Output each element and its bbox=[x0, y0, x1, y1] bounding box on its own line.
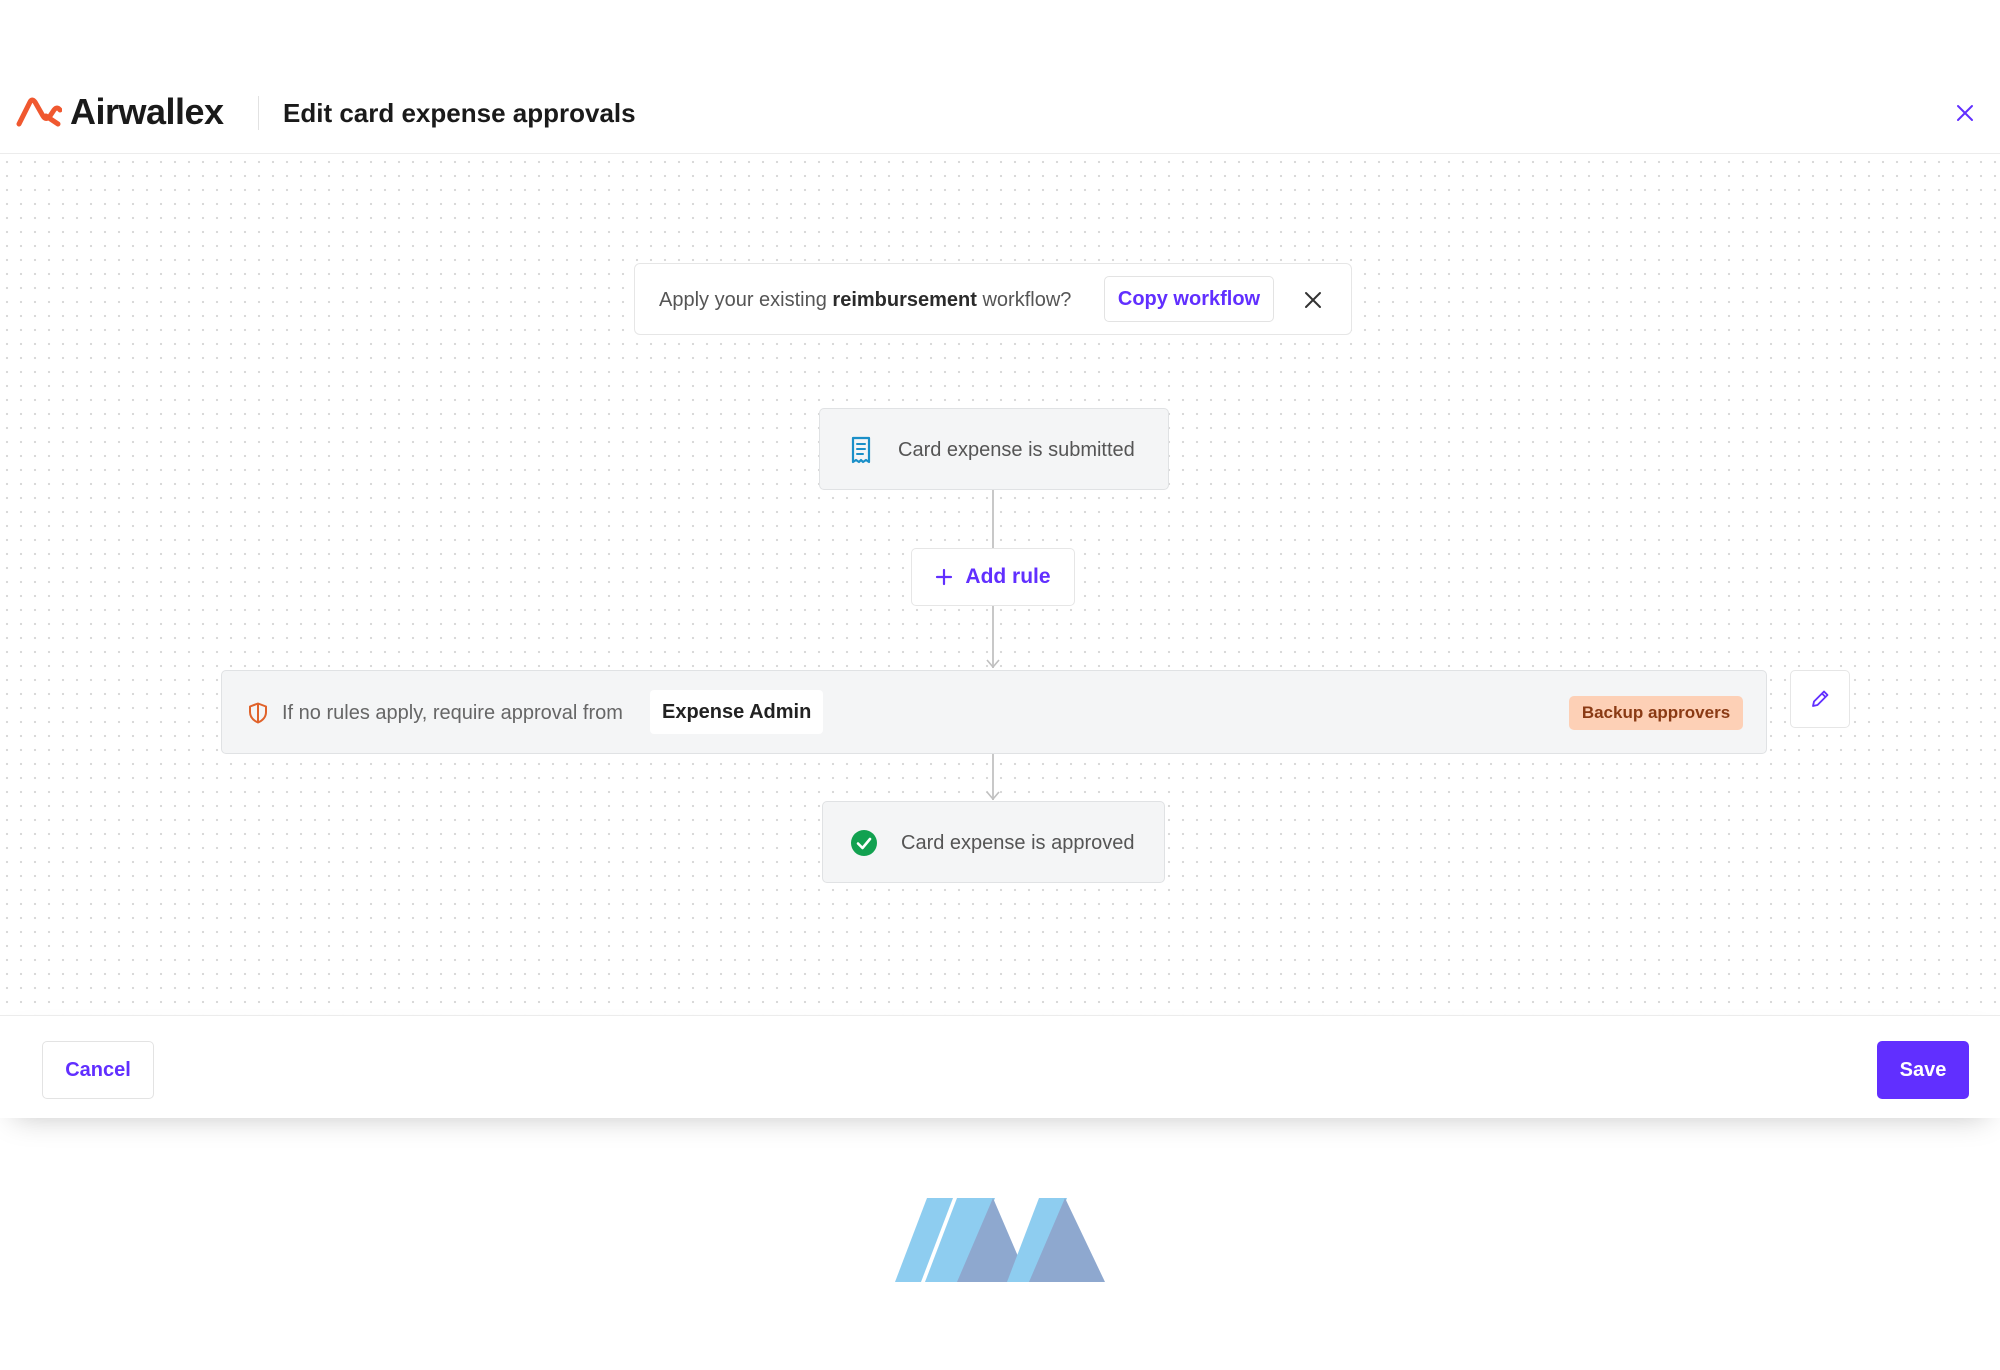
save-button[interactable]: Save bbox=[1877, 1041, 1969, 1099]
banner-text: Apply your existing reimbursement workfl… bbox=[659, 289, 1072, 311]
dismiss-banner-button[interactable] bbox=[1299, 286, 1327, 314]
arrow-down-icon bbox=[986, 659, 1000, 669]
copy-workflow-button[interactable]: Copy workflow bbox=[1104, 276, 1274, 322]
backup-approvers-badge: Backup approvers bbox=[1569, 696, 1743, 730]
close-modal-button[interactable] bbox=[1950, 98, 1980, 128]
add-rule-button[interactable]: Add rule bbox=[911, 548, 1075, 606]
pencil-icon bbox=[1812, 690, 1829, 707]
default-rule-row: If no rules apply, require approval from… bbox=[221, 670, 1767, 754]
plus-icon bbox=[936, 568, 953, 586]
end-node-approved: Card expense is approved bbox=[822, 801, 1165, 883]
add-rule-label: Add rule bbox=[965, 565, 1051, 588]
start-node-submitted: Card expense is submitted bbox=[819, 408, 1169, 490]
check-circle-icon bbox=[851, 830, 877, 856]
airwallex-logo: Airwallex bbox=[16, 91, 224, 132]
banner-bold-text: reimbursement bbox=[832, 289, 977, 311]
copy-workflow-banner: Apply your existing reimbursement workfl… bbox=[634, 263, 1352, 335]
default-rule-text: If no rules apply, require approval from bbox=[282, 702, 623, 724]
watermark-logo bbox=[895, 1198, 1105, 1282]
close-icon bbox=[1957, 105, 1973, 121]
start-node-label: Card expense is submitted bbox=[898, 439, 1135, 461]
approver-chip: Expense Admin bbox=[650, 690, 824, 734]
cancel-button[interactable]: Cancel bbox=[42, 1041, 154, 1099]
workflow-canvas: Apply your existing reimbursement workfl… bbox=[0, 155, 2000, 1015]
receipt-icon bbox=[851, 436, 871, 464]
header-divider bbox=[258, 96, 259, 130]
modal-header: Airwallex Edit card expense approvals bbox=[0, 74, 2000, 154]
modal-footer: Cancel Save bbox=[0, 1015, 2000, 1118]
close-icon bbox=[1305, 292, 1321, 308]
shield-icon bbox=[249, 702, 267, 724]
edit-default-rule-button[interactable] bbox=[1790, 670, 1850, 728]
end-node-label: Card expense is approved bbox=[901, 832, 1135, 854]
airwallex-logo-icon bbox=[16, 97, 62, 127]
brand-name: Airwallex bbox=[70, 91, 224, 132]
page-title: Edit card expense approvals bbox=[283, 98, 636, 128]
arrow-down-icon bbox=[986, 791, 1000, 801]
connector-line bbox=[992, 490, 994, 548]
